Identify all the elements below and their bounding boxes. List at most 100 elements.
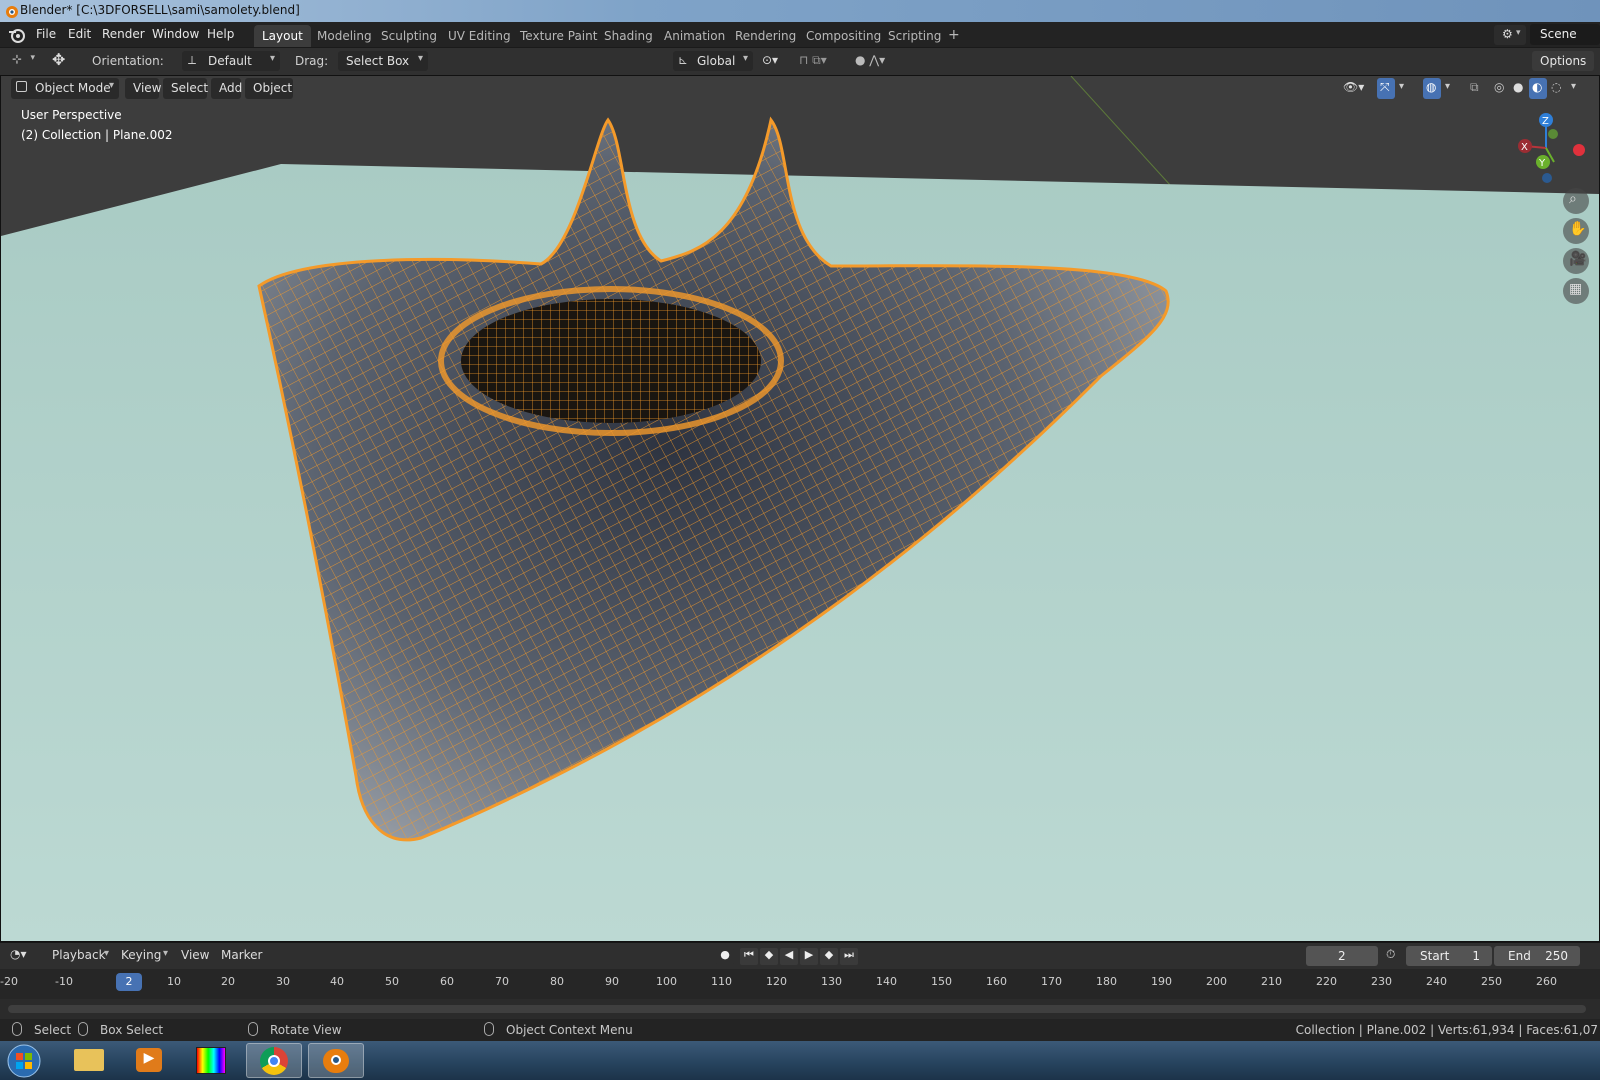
wireframe-shading-icon[interactable]: ◎ [1491, 78, 1509, 99]
frame-tick: 220 [1316, 975, 1337, 988]
color-app-icon[interactable] [184, 1043, 240, 1078]
jump-start-icon[interactable]: ⏮ [740, 948, 758, 965]
scene-selector[interactable]: Scene [1530, 24, 1600, 45]
tab-uv-editing[interactable]: UV Editing [440, 25, 519, 47]
proportional-edit-icon[interactable]: ● ⋀▾ [855, 53, 885, 67]
blender-menu-icon[interactable] [8, 26, 26, 44]
tab-compositing[interactable]: Compositing [798, 25, 889, 47]
blender-logo-icon [6, 6, 18, 18]
scene-name: Scene [1540, 27, 1577, 41]
frame-tick: 10 [167, 975, 181, 988]
timeline-menu-view[interactable]: View [181, 948, 209, 962]
rendered-shading-icon[interactable]: ◌ [1548, 78, 1566, 99]
timeline-scrollbar[interactable] [8, 1005, 1586, 1013]
current-frame-field[interactable]: 2 [1306, 946, 1378, 966]
menu-window[interactable]: Window [152, 27, 199, 41]
zoom-icon[interactable]: ⌕ [1563, 188, 1589, 214]
transform-orientation-dropdown[interactable]: ⊾ Global ▾ [673, 51, 753, 71]
camera-view-icon[interactable]: 🎥 [1563, 248, 1589, 274]
tab-animation[interactable]: Animation [656, 25, 733, 47]
3d-viewport[interactable]: Object Mode ▾ View Select Add Object 👁▾ … [0, 75, 1600, 942]
tab-shading[interactable]: Shading [596, 25, 661, 47]
end-value: 250 [1545, 949, 1568, 963]
status-context-menu: Object Context Menu [506, 1023, 633, 1037]
jump-end-icon[interactable]: ⏭ [840, 948, 858, 965]
frame-tick: 200 [1206, 975, 1227, 988]
overlay-chevron-icon[interactable]: ▾ [1443, 78, 1457, 99]
tool-select-icon[interactable]: ⊹ ▾ [8, 51, 40, 71]
media-player-icon[interactable]: ▶ [122, 1043, 178, 1078]
add-label: Add [219, 81, 243, 95]
end-label: End [1508, 949, 1531, 963]
windows-start-icon[interactable] [6, 1043, 42, 1079]
menu-edit[interactable]: Edit [68, 27, 91, 41]
frame-tick: 250 [1481, 975, 1502, 988]
viewport-menu-select[interactable]: Select [163, 78, 209, 99]
snap-toggle[interactable]: ⊓ ⧉▾ [795, 51, 845, 71]
drag-dropdown[interactable]: Select Box ▾ [338, 51, 428, 71]
start-frame-field[interactable]: Start 1 [1406, 946, 1492, 966]
mouse-right-icon [484, 1022, 494, 1036]
orientation-value: Default [208, 54, 252, 68]
tool-header: ⊹ ▾ ✥ Orientation: ⟂ Default ▾ Drag: Sele… [0, 48, 1600, 75]
options-dropdown[interactable]: Options [1532, 51, 1594, 71]
end-frame-field[interactable]: End 250 [1494, 946, 1580, 966]
solid-shading-icon[interactable]: ● [1510, 78, 1528, 99]
chevron-down-icon: ▾ [104, 948, 110, 959]
viewport-menu-object[interactable]: Object [245, 78, 293, 99]
select-label: Select [171, 81, 209, 95]
preview-range-icon[interactable]: ⏱ [1386, 947, 1395, 962]
blender-taskbar-icon[interactable] [308, 1043, 364, 1078]
tab-scripting[interactable]: Scripting [880, 25, 949, 47]
playhead[interactable]: 2 [116, 973, 142, 991]
editor-type-icon[interactable]: ◔▾ [10, 947, 27, 961]
viewport-menu-view[interactable]: View [125, 78, 161, 99]
navigation-gizmo[interactable]: Z X Y [1501, 108, 1591, 188]
play-icon[interactable]: ▶ [800, 948, 818, 965]
material-shading-icon[interactable]: ◐ [1529, 78, 1547, 99]
tab-modeling[interactable]: Modeling [309, 25, 380, 47]
menu-help[interactable]: Help [207, 27, 234, 41]
scene-browse-icon[interactable]: ⚙ ▾ [1494, 25, 1526, 45]
file-explorer-icon[interactable] [62, 1043, 118, 1078]
mode-dropdown[interactable]: Object Mode ▾ [11, 78, 119, 99]
chevron-down-icon: ▾ [417, 53, 423, 64]
gizmo-chevron-icon[interactable]: ▾ [1397, 78, 1411, 99]
frame-tick: 70 [495, 975, 509, 988]
add-workspace-icon[interactable]: + [940, 23, 968, 45]
shading-chevron-icon[interactable]: ▾ [1569, 78, 1583, 99]
gizmo-toggle-icon[interactable]: ⤧ [1377, 78, 1395, 99]
timeline-menu-keying[interactable]: Keying [121, 948, 161, 962]
visibility-icon[interactable]: 👁▾ [1339, 78, 1371, 99]
tab-sculpting[interactable]: Sculpting [373, 25, 445, 47]
record-icon[interactable]: ● [716, 948, 734, 965]
tab-rendering[interactable]: Rendering [727, 25, 804, 47]
frame-tick: 130 [821, 975, 842, 988]
menu-file[interactable]: File [36, 27, 56, 41]
frame-tick: -20 [0, 975, 18, 988]
object-mode-icon [16, 81, 27, 92]
timeline-menu-playback[interactable]: Playback [52, 948, 106, 962]
pivot-point-icon[interactable]: ⊙▾ [762, 53, 778, 67]
ortho-toggle-icon[interactable]: ▦ [1563, 278, 1589, 304]
menu-render[interactable]: Render [102, 27, 145, 41]
next-keyframe-icon[interactable]: ◆ [820, 948, 838, 965]
chrome-icon[interactable] [246, 1043, 302, 1078]
transform-tool-icon[interactable]: ✥ [52, 50, 65, 69]
prev-keyframe-icon[interactable]: ◆ [760, 948, 778, 965]
overlay-toggle-icon[interactable]: ◍ [1423, 78, 1441, 99]
frame-tick: 230 [1371, 975, 1392, 988]
orientation-dropdown[interactable]: ⟂ Default ▾ [182, 51, 280, 71]
tab-layout[interactable]: Layout [254, 25, 311, 47]
frame-tick: 140 [876, 975, 897, 988]
viewport-menu-add[interactable]: Add [211, 78, 243, 99]
start-label: Start [1420, 949, 1450, 963]
play-reverse-icon[interactable]: ◀ [780, 948, 798, 965]
timeline-ruler[interactable]: -20 -10 2 10 20 30 40 50 60 70 80 90 100… [0, 969, 1600, 999]
tab-texture-paint[interactable]: Texture Paint [512, 25, 605, 47]
viewport-header: Object Mode ▾ View Select Add Object 👁▾ … [1, 76, 1599, 102]
pan-hand-icon[interactable]: ✋ [1563, 218, 1589, 244]
xray-icon[interactable]: ⧉ [1467, 78, 1485, 99]
timeline-menu-marker[interactable]: Marker [221, 948, 262, 962]
object-label: Object [253, 81, 293, 95]
